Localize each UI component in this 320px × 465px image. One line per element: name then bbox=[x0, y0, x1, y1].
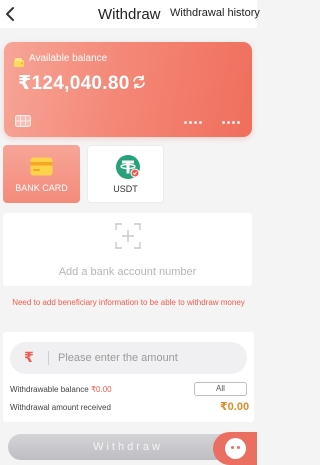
withdraw-button[interactable]: Withdraw bbox=[8, 434, 248, 460]
add-bank-account[interactable]: Add a bank account number bbox=[3, 213, 252, 286]
withdrawable-balance-label: Withdrawable balance bbox=[10, 385, 89, 394]
card-number-mask bbox=[222, 121, 240, 124]
add-icon bbox=[115, 223, 141, 249]
withdrawal-history-link[interactable]: Withdrawal history bbox=[170, 7, 260, 19]
all-button[interactable]: All bbox=[194, 382, 247, 396]
divider bbox=[48, 351, 49, 365]
header: Withdraw Withdrawal history bbox=[0, 0, 260, 28]
amount-panel: ₹ Withdrawable balance ₹0.00 All Withdra… bbox=[3, 332, 254, 422]
usdt-icon bbox=[115, 154, 141, 180]
amount-field[interactable]: ₹ bbox=[10, 342, 247, 374]
withdrawable-balance-value: ₹0.00 bbox=[90, 385, 112, 394]
customer-service-icon[interactable] bbox=[213, 432, 257, 465]
received-amount-label: Withdrawal amount received bbox=[10, 403, 111, 412]
back-icon[interactable] bbox=[4, 6, 18, 22]
amount-input[interactable] bbox=[58, 348, 238, 368]
page-title: Withdraw bbox=[98, 6, 161, 23]
balance-amount: ₹124,040.80 bbox=[18, 73, 130, 94]
refresh-icon[interactable] bbox=[131, 75, 147, 89]
method-bank-card-label: BANK CARD bbox=[15, 183, 68, 193]
balance-card: Available balance ₹124,040.80 bbox=[4, 42, 252, 137]
method-usdt[interactable]: USDT bbox=[87, 145, 164, 203]
bank-card-icon bbox=[30, 157, 53, 176]
balance-label: Available balance bbox=[29, 53, 108, 64]
wallet-icon bbox=[14, 54, 24, 67]
method-usdt-label: USDT bbox=[113, 184, 138, 194]
method-bank-card[interactable]: BANK CARD bbox=[3, 145, 80, 203]
withdrawable-balance: Withdrawable balance ₹0.00 bbox=[10, 385, 112, 394]
add-bank-label: Add a bank account number bbox=[58, 266, 197, 278]
received-amount-value: ₹0.00 bbox=[220, 401, 250, 413]
rupee-icon: ₹ bbox=[24, 349, 34, 365]
chip-icon bbox=[15, 114, 31, 127]
beneficiary-notice: Need to add beneficiary information to b… bbox=[12, 298, 245, 307]
card-number-mask bbox=[184, 121, 202, 124]
